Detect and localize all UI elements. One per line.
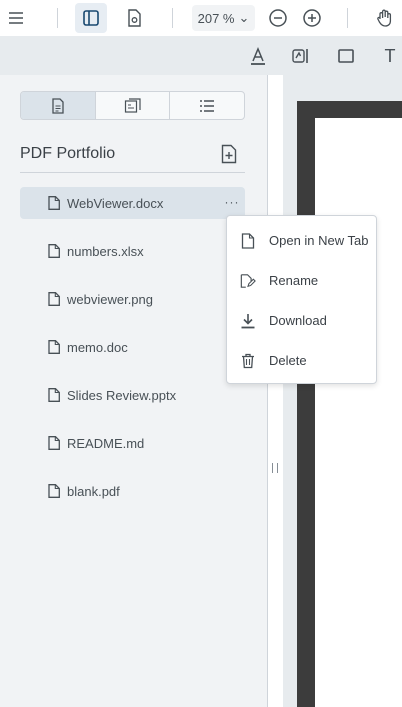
- file-name: webviewer.png: [67, 291, 153, 307]
- free-text-icon[interactable]: T: [374, 41, 402, 71]
- file-name: Slides Review.pptx: [67, 387, 177, 403]
- file-name: README.md: [67, 435, 145, 451]
- file-list: WebViewer.docx ··· numbers.xlsx webviewer.p…: [20, 187, 245, 523]
- menu-item-label: Download: [269, 313, 327, 328]
- file-name: memo.doc: [67, 339, 128, 355]
- file-list-item[interactable]: webviewer.png: [20, 283, 245, 315]
- tab-outlines[interactable]: [96, 92, 171, 119]
- page-icon: [52, 97, 64, 114]
- rectangle-icon[interactable]: [330, 41, 362, 71]
- file-name: WebViewer.docx: [67, 195, 164, 211]
- tab-thumbnails[interactable]: [21, 92, 96, 119]
- signature-icon[interactable]: [285, 41, 317, 71]
- menu-item-delete[interactable]: Delete: [227, 345, 378, 377]
- zoom-value: 207 %: [197, 10, 235, 26]
- settings-doc-icon[interactable]: [118, 3, 150, 33]
- file-list-item[interactable]: numbers.xlsx: [20, 235, 245, 267]
- file-icon: [240, 233, 256, 249]
- list-icon: [200, 99, 215, 112]
- file-icon: [48, 196, 60, 210]
- left-panel: PDF Portfolio WebViewer.docx ··· numbers.x…: [0, 75, 268, 707]
- zoom-in-icon[interactable]: [296, 3, 328, 33]
- download-icon: [240, 313, 256, 329]
- menu-item-rename[interactable]: Rename: [227, 265, 378, 297]
- document-page-content: [315, 118, 402, 707]
- file-icon: [48, 436, 60, 450]
- top-toolbar: 207 % ⌄: [0, 0, 402, 37]
- add-file-icon: [221, 144, 237, 164]
- file-icon: [48, 244, 60, 258]
- outline-icon: [124, 97, 141, 113]
- file-icon: [48, 292, 60, 306]
- panel-toggle-icon[interactable]: [75, 3, 107, 33]
- menu-item-label: Rename: [269, 273, 319, 288]
- toolbar-divider: [172, 8, 173, 28]
- portfolio-header: PDF Portfolio: [20, 137, 245, 173]
- file-list-item[interactable]: blank.pdf: [20, 475, 245, 507]
- file-name: numbers.xlsx: [67, 243, 144, 259]
- menu-item-label: Open in New Tab: [269, 233, 369, 248]
- rename-icon: [240, 273, 256, 289]
- trash-icon: [240, 353, 256, 369]
- toolbar-divider: [57, 8, 58, 28]
- tab-list[interactable]: [170, 92, 244, 119]
- file-context-menu: Open in New Tab Rename Download Delete: [226, 215, 377, 384]
- toolbar-divider: [347, 8, 348, 28]
- file-icon: [48, 340, 60, 354]
- menu-item-label: Delete: [269, 353, 307, 368]
- file-list-item[interactable]: README.md: [20, 427, 245, 459]
- file-icon: [48, 388, 60, 402]
- zoom-select[interactable]: 207 % ⌄: [192, 5, 255, 31]
- pan-hand-icon[interactable]: [369, 3, 401, 33]
- add-file-button[interactable]: [217, 141, 241, 167]
- text-underline-icon[interactable]: [242, 41, 274, 71]
- file-list-item[interactable]: Slides Review.pptx: [20, 379, 245, 411]
- chevron-down-icon: ⌄: [238, 10, 250, 25]
- menu-item-open-in-new-tab[interactable]: Open in New Tab: [227, 225, 378, 257]
- file-icon: [48, 484, 60, 498]
- file-list-item[interactable]: memo.doc: [20, 331, 245, 363]
- panel-resize-handle[interactable]: [272, 460, 278, 476]
- menu-item-download[interactable]: Download: [227, 305, 378, 337]
- zoom-out-icon[interactable]: [262, 3, 294, 33]
- file-list-item[interactable]: WebViewer.docx ···: [20, 187, 245, 219]
- more-options-button[interactable]: ···: [223, 193, 241, 211]
- file-name: blank.pdf: [67, 483, 120, 499]
- page-title: PDF Portfolio: [20, 145, 116, 162]
- menu-icon[interactable]: [0, 3, 32, 33]
- annotation-toolbar: T: [0, 37, 402, 75]
- panel-tabs: [20, 91, 245, 120]
